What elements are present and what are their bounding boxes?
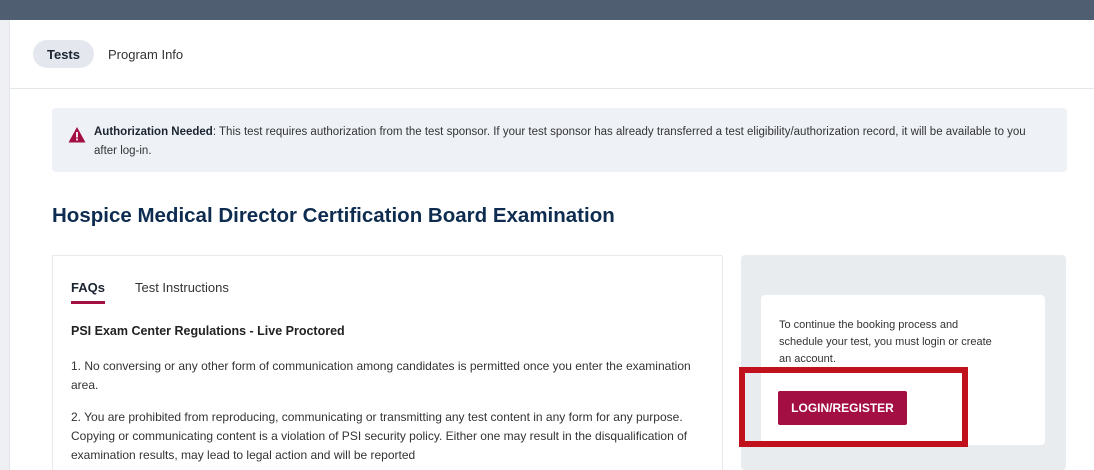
tab-faqs[interactable]: FAQs [71, 280, 105, 304]
regulation-item: 1. No conversing or any other form of co… [71, 359, 691, 392]
content-tabs: FAQs Test Instructions [71, 280, 229, 304]
page-title: Hospice Medical Director Certification B… [52, 204, 615, 227]
highlight-annotation-box [739, 367, 968, 447]
left-edge-panel [0, 20, 10, 470]
regulation-item: 2. You are prohibited from reproducing, … [71, 410, 688, 462]
header-divider [10, 88, 1094, 89]
alert-title: Authorization Needed [94, 126, 213, 138]
tab-tests[interactable]: Tests [33, 40, 94, 68]
alert-text: Authorization Needed: This test requires… [94, 123, 1049, 172]
alert-message: : This test requires authorization from … [94, 126, 1026, 157]
tab-test-instructions[interactable]: Test Instructions [135, 280, 229, 304]
content-card-border [722, 256, 723, 470]
authorization-alert: Authorization Needed: This test requires… [52, 108, 1067, 172]
regulations-heading: PSI Exam Center Regulations - Live Proct… [71, 324, 345, 338]
tab-program-info[interactable]: Program Info [108, 47, 183, 62]
booking-message: To continue the booking process and sche… [779, 319, 992, 365]
warning-icon [68, 127, 86, 143]
top-header-bar [0, 0, 1094, 20]
content-card: FAQs Test Instructions PSI Exam Center R… [52, 255, 723, 470]
top-tabs: Tests Program Info [33, 40, 183, 68]
